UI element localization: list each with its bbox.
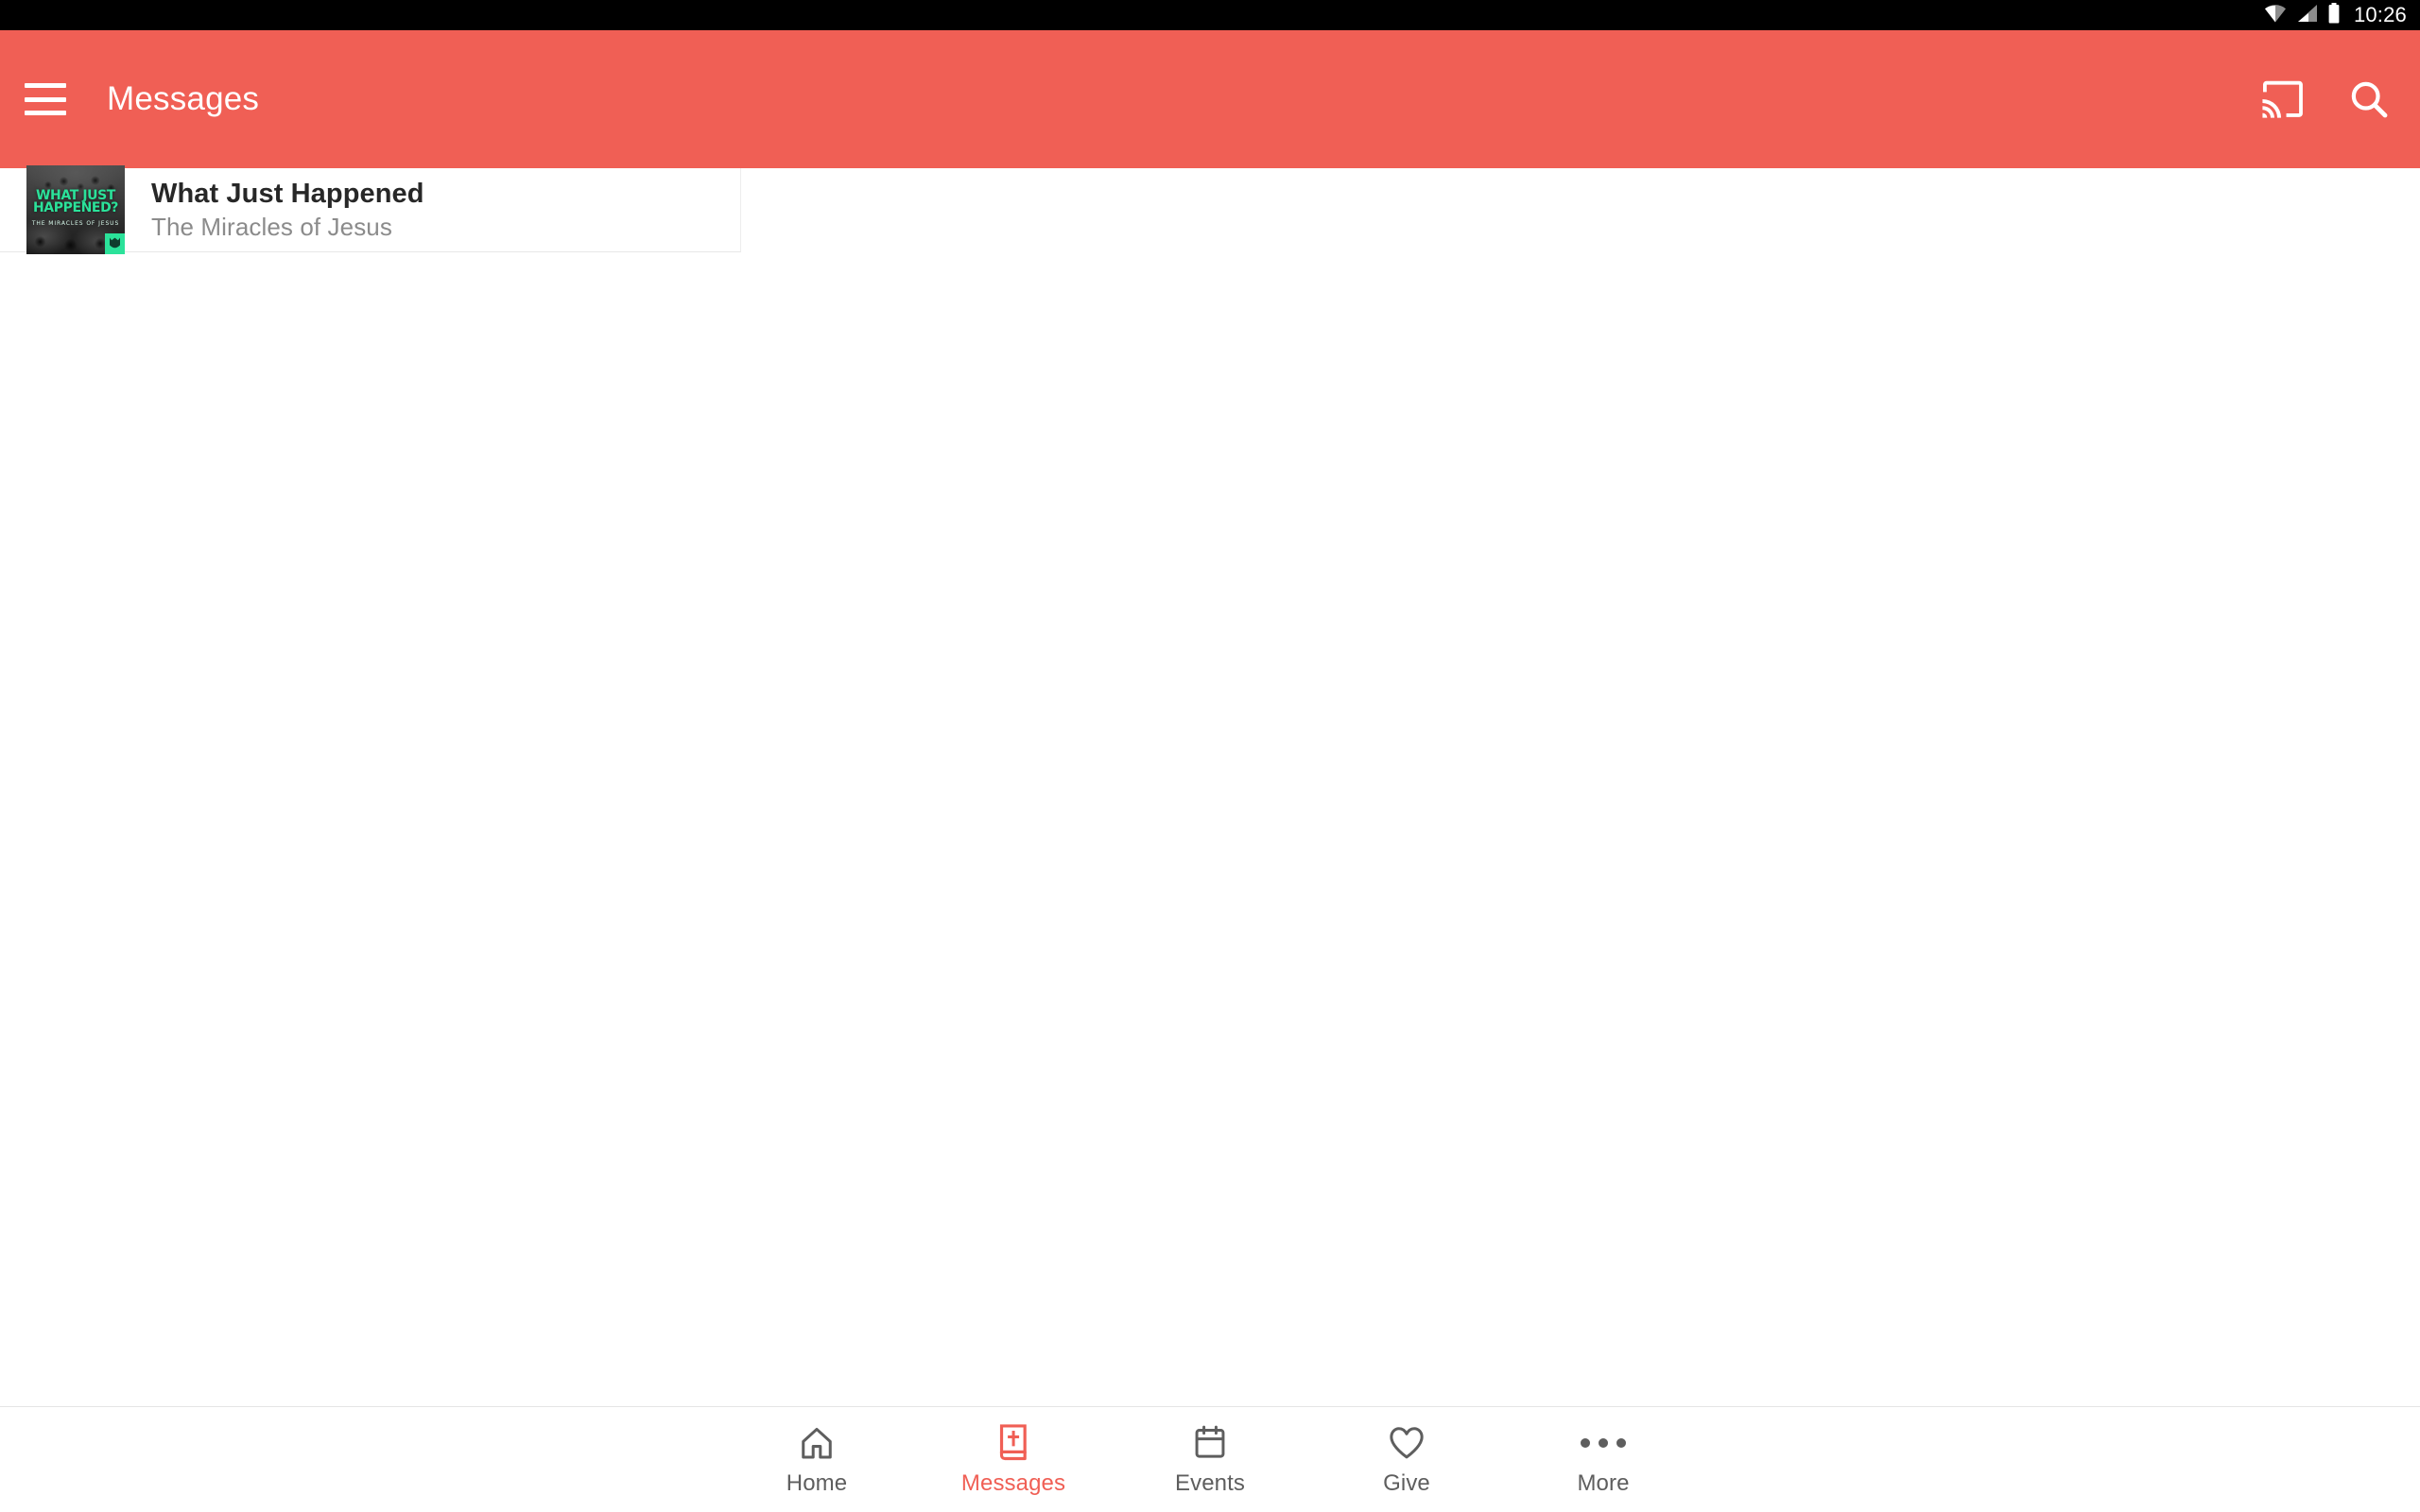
battery-icon [2327, 2, 2341, 28]
wifi-icon [2263, 4, 2288, 27]
dot [1616, 1438, 1626, 1448]
nav-item-home[interactable]: Home [718, 1407, 915, 1512]
app-bar: Messages [0, 30, 2420, 168]
list-item[interactable]: WHAT JUST HAPPENED? THE MIRACLES OF JESU… [0, 165, 741, 254]
thumbnail-artwork-title: WHAT JUST HAPPENED? [32, 188, 119, 215]
cellular-signal-icon [2296, 4, 2319, 27]
hamburger-menu-icon[interactable] [25, 83, 66, 115]
message-list: WHAT JUST HAPPENED? THE MIRACLES OF JESU… [0, 165, 2420, 1406]
cast-icon[interactable] [2259, 77, 2305, 122]
message-text-block: What Just Happened The Miracles of Jesus [151, 178, 424, 242]
nav-label-messages: Messages [960, 1470, 1066, 1496]
more-dots-icon [1581, 1424, 1626, 1462]
message-subtitle: The Miracles of Jesus [151, 213, 392, 242]
bible-book-icon [996, 1424, 1030, 1462]
calendar-icon [1193, 1424, 1227, 1462]
nav-label-give: Give [1383, 1470, 1430, 1496]
status-bar: 10:26 [0, 0, 2420, 30]
dot [1581, 1438, 1590, 1448]
app-bar-actions [2259, 77, 2392, 122]
church-logo-badge [105, 233, 125, 254]
dot [1599, 1438, 1608, 1448]
search-icon[interactable] [2346, 77, 2392, 122]
nav-label-home: Home [786, 1470, 848, 1496]
message-thumbnail: WHAT JUST HAPPENED? THE MIRACLES OF JESU… [26, 165, 125, 254]
hamburger-line [25, 83, 66, 88]
thumbnail-artwork-subtitle: THE MIRACLES OF JESUS [31, 220, 120, 227]
nav-item-more[interactable]: More [1505, 1407, 1702, 1512]
nav-label-more: More [1577, 1470, 1630, 1496]
home-icon [799, 1424, 835, 1462]
nav-item-give[interactable]: Give [1308, 1407, 1505, 1512]
hamburger-line [25, 111, 66, 115]
nav-item-events[interactable]: Events [1112, 1407, 1308, 1512]
status-bar-icons [2263, 2, 2341, 28]
bottom-navigation-bar: Home Messages Events Give More [0, 1406, 2420, 1512]
more-dots-group [1581, 1438, 1626, 1448]
nav-item-messages[interactable]: Messages [915, 1407, 1112, 1512]
page-title: Messages [107, 80, 260, 117]
hamburger-line [25, 96, 66, 102]
message-title: What Just Happened [151, 178, 424, 209]
status-bar-clock: 10:26 [2353, 3, 2407, 26]
heart-icon [1389, 1424, 1425, 1462]
nav-label-events: Events [1175, 1470, 1245, 1496]
